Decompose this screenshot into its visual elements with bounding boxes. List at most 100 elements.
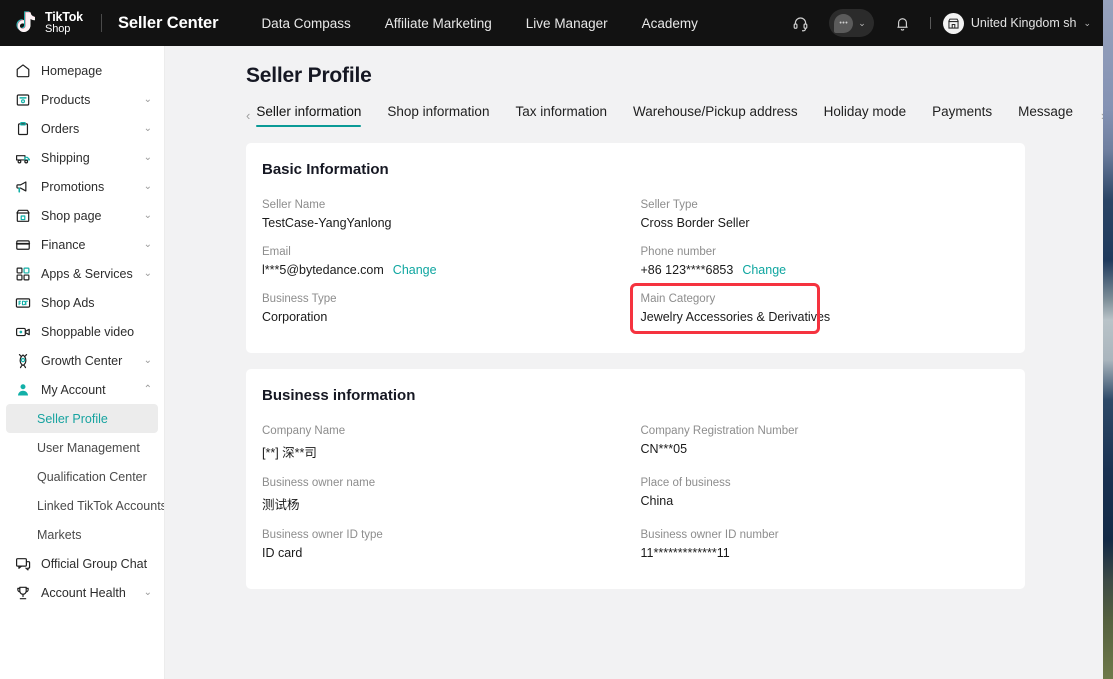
field-value: l***5@bytedance.com bbox=[262, 263, 384, 277]
nav-link-live-manager[interactable]: Live Manager bbox=[509, 16, 625, 31]
sidebar-item-orders[interactable]: Orders ⌄ bbox=[0, 114, 164, 143]
field-value-row: +86 123****6853Change bbox=[641, 263, 1010, 277]
tab-scroll-right-icon[interactable]: › bbox=[1099, 108, 1103, 123]
sidebar-item-homepage[interactable]: Homepage bbox=[0, 56, 164, 85]
shop-selector[interactable]: United Kingdom sh ⌄ bbox=[943, 13, 1091, 34]
field-value: 11*************11 bbox=[641, 546, 730, 560]
field-label: Main Category bbox=[641, 293, 1010, 305]
brand-line-1: TikTok bbox=[45, 11, 83, 24]
sidebar-subitem-markets[interactable]: Markets bbox=[6, 520, 158, 549]
page-title: Seller Profile bbox=[246, 64, 1025, 88]
chevron-icon: ⌄ bbox=[144, 239, 152, 250]
tab-seller-information[interactable]: Seller information bbox=[256, 104, 361, 127]
field-value-row: ID card bbox=[262, 546, 631, 560]
sidebar-item-label: Growth Center bbox=[41, 354, 122, 368]
chat-dots: ••• bbox=[839, 20, 848, 27]
main-content: Seller Profile ‹ Seller information Shop … bbox=[165, 46, 1103, 679]
field-seller-name: Seller NameTestCase-YangYanlong bbox=[262, 192, 631, 239]
field-business-owner-id-number: Business owner ID number 11*************1… bbox=[641, 522, 1010, 569]
field-label: Business owner ID type bbox=[262, 529, 631, 541]
tab-message[interactable]: Message bbox=[1018, 104, 1073, 127]
nav-link-data-compass[interactable]: Data Compass bbox=[244, 16, 367, 31]
sidebar-item-shoppable-video[interactable]: Shoppable video bbox=[0, 317, 164, 346]
sidebar-subitem-label: Qualification Center bbox=[37, 470, 147, 484]
bell-icon[interactable] bbox=[888, 8, 918, 38]
field-value-row: TestCase-YangYanlong bbox=[262, 216, 631, 230]
person-icon bbox=[14, 381, 31, 398]
nav-separator bbox=[930, 17, 931, 29]
sidebar-item-official-group-chat[interactable]: Official Group Chat bbox=[0, 549, 164, 578]
chevron-icon: ⌄ bbox=[144, 123, 152, 134]
sidebar-item-account-health[interactable]: Account Health⌄ bbox=[0, 578, 164, 607]
sidebar-item-finance[interactable]: Finance⌄ bbox=[0, 230, 164, 259]
sidebar-item-shop-ads[interactable]: Shop Ads bbox=[0, 288, 164, 317]
sidebar-item-label: Orders bbox=[41, 122, 79, 136]
shop-name-label: United Kingdom sh bbox=[971, 16, 1077, 30]
business-information-fields: Company Name[**] 深**司Company Registratio… bbox=[262, 418, 1009, 569]
sidebar-subitem-qualification-center[interactable]: Qualification Center bbox=[6, 462, 158, 491]
field-email: Email l***5@bytedance.com Change bbox=[262, 239, 631, 286]
field-label: Business Type bbox=[262, 293, 631, 305]
sidebar-item-label: Shop page bbox=[41, 209, 101, 223]
tiktok-note-icon bbox=[14, 10, 38, 36]
chevron-icon: ⌄ bbox=[144, 210, 152, 221]
field-seller-type: Seller Type Cross Border Seller bbox=[641, 192, 1010, 239]
sidebar-subitem-label: Seller Profile bbox=[37, 412, 108, 426]
sidebar-subitem-seller-profile[interactable]: Seller Profile bbox=[6, 404, 158, 433]
nav-link-academy[interactable]: Academy bbox=[625, 16, 715, 31]
messages-dropdown[interactable]: ••• ⌄ bbox=[829, 9, 874, 37]
tab-tax-information[interactable]: Tax information bbox=[515, 104, 607, 127]
sidebar-item-growth-center[interactable]: Growth Center ⌄ bbox=[0, 346, 164, 375]
tab-holiday-mode[interactable]: Holiday mode bbox=[824, 104, 907, 127]
headset-icon[interactable] bbox=[785, 8, 815, 38]
category-highlight-box bbox=[630, 283, 820, 334]
wallet-icon bbox=[14, 236, 31, 253]
tiktok-shop-logo[interactable]: TikTok Shop bbox=[0, 10, 83, 36]
chevron-down-icon: ⌄ bbox=[858, 18, 866, 29]
field-label: Seller Type bbox=[641, 199, 1010, 211]
storefront-icon bbox=[14, 207, 31, 224]
home-icon bbox=[14, 62, 31, 79]
sidebar-subitem-label: Markets bbox=[37, 528, 81, 542]
change-link[interactable]: Change bbox=[393, 263, 437, 277]
tab-scroll-left-icon[interactable]: ‹ bbox=[246, 108, 256, 123]
tab-warehouse-pickup-address[interactable]: Warehouse/Pickup address bbox=[633, 104, 798, 127]
field-value: TestCase-YangYanlong bbox=[262, 216, 391, 230]
tab-shop-information[interactable]: Shop information bbox=[387, 104, 489, 127]
field-value-row: 测试杨 bbox=[262, 494, 631, 513]
rocket-icon bbox=[14, 352, 31, 369]
field-value-row: China bbox=[641, 494, 1010, 508]
nav-link-affiliate-marketing[interactable]: Affiliate Marketing bbox=[368, 16, 509, 31]
change-link[interactable]: Change bbox=[742, 263, 786, 277]
sidebar-item-promotions[interactable]: Promotions ⌄ bbox=[0, 172, 164, 201]
chevron-icon: ⌄ bbox=[144, 181, 152, 192]
field-phone-number: Phone number +86 123****6853Change bbox=[641, 239, 1010, 286]
field-value-row: CN***05 bbox=[641, 442, 1010, 456]
sidebar-item-apps-services[interactable]: Apps & Services⌄ bbox=[0, 259, 164, 288]
sidebar-item-my-account[interactable]: My Account⌃ bbox=[0, 375, 164, 404]
chevron-icon: ⌄ bbox=[144, 355, 152, 366]
field-value: CN***05 bbox=[641, 442, 688, 456]
field-label: Phone number bbox=[641, 246, 1010, 258]
browser-window: TikTok Shop Seller Center Data Compass A… bbox=[0, 0, 1103, 679]
field-business-owner-name: Business owner name测试杨 bbox=[262, 470, 631, 522]
sidebar-item-shipping[interactable]: Shipping⌄ bbox=[0, 143, 164, 172]
field-value: Cross Border Seller bbox=[641, 216, 750, 230]
sidebar-item-label: Promotions bbox=[41, 180, 104, 194]
sidebar-subitem-linked-tiktok-accounts[interactable]: Linked TikTok Accounts bbox=[6, 491, 158, 520]
field-company-registration-number: Company Registration NumberCN***05 bbox=[641, 418, 1010, 470]
field-label: Company Name bbox=[262, 425, 631, 437]
chevron-down-icon: ⌄ bbox=[1083, 18, 1091, 29]
trophy-icon bbox=[14, 584, 31, 601]
field-company-name: Company Name[**] 深**司 bbox=[262, 418, 631, 470]
chevron-icon: ⌄ bbox=[144, 94, 152, 105]
field-label: Business owner ID number bbox=[641, 529, 1010, 541]
sidebar-subitem-user-management[interactable]: User Management bbox=[6, 433, 158, 462]
sidebar-item-shop-page[interactable]: Shop page ⌄ bbox=[0, 201, 164, 230]
field-label: Email bbox=[262, 246, 631, 258]
truck-icon bbox=[14, 149, 31, 166]
grid-apps-icon bbox=[14, 265, 31, 282]
sidebar-item-label: Shoppable video bbox=[41, 325, 134, 339]
sidebar-item-products[interactable]: Products⌄ bbox=[0, 85, 164, 114]
tab-payments[interactable]: Payments bbox=[932, 104, 992, 127]
